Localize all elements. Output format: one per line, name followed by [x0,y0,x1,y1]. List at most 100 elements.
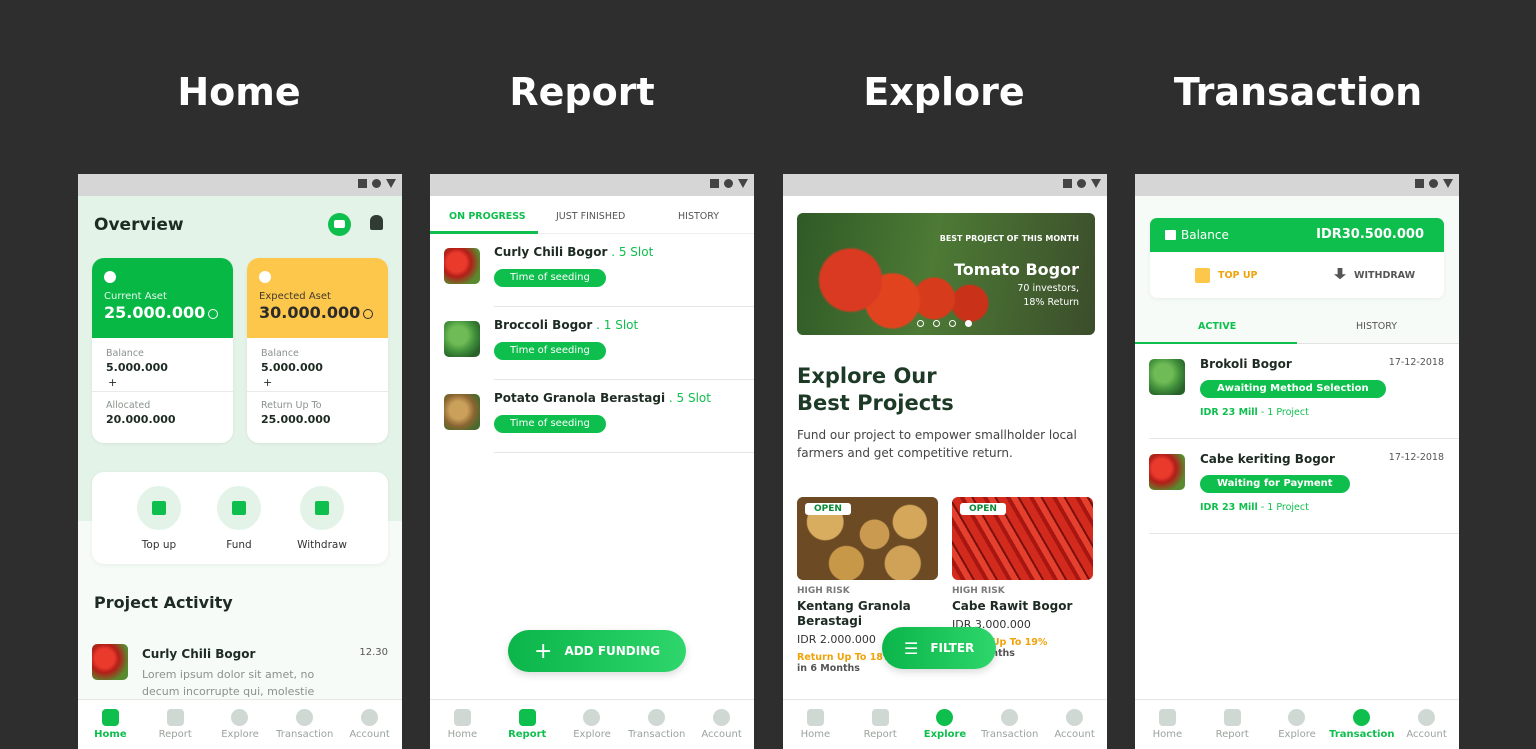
nav-account[interactable]: Account [1396,709,1458,740]
status-badge: Time of seeding [494,269,606,287]
carousel-dot[interactable] [965,320,972,327]
nav-label: Transaction [1329,729,1395,740]
info-icon[interactable] [208,308,219,319]
nav-label: Transaction [981,729,1039,740]
filter-button[interactable]: ☰ FILTER [882,627,997,669]
plus-sign: + [263,376,273,389]
return-value: 25.000.000 [261,413,331,426]
account-icon [1418,709,1436,726]
risk-label: HIGH RISK [952,586,1005,596]
square-icon [710,179,719,188]
account-icon [361,709,379,726]
expected-asset-value: 30.000.000 [259,303,361,322]
tab-history[interactable]: HISTORY [678,211,719,222]
item-slot: . 1 Slot [592,318,639,332]
nav-home[interactable]: Home [431,709,493,740]
item-title: Potato Granola Berastagi . 5 Slot [494,391,711,405]
nav-home[interactable]: Home [79,709,141,740]
nav-transaction[interactable]: Transaction [1329,709,1395,740]
add-funding-button[interactable]: + ADD FUNDING [508,630,687,672]
circle-icon [372,179,381,188]
nav-explore[interactable]: Explore [914,709,976,740]
square-icon [358,179,367,188]
item-name: Brokoli Bogor [1200,357,1292,371]
nav-explore[interactable]: Explore [561,709,623,740]
grid-icon [217,486,261,530]
info-icon[interactable] [363,308,374,319]
nav-transaction[interactable]: Transaction [979,709,1041,740]
status-bar [1135,174,1459,196]
nav-report[interactable]: Report [1201,709,1263,740]
bell-icon[interactable] [370,215,383,230]
item-date: 17-12-2018 [1388,452,1444,463]
allocated-value: 20.000.000 [106,413,176,426]
nav-label: Account [1054,729,1095,740]
action-label: Fund [226,539,252,551]
nav-account[interactable]: Account [1044,709,1106,740]
banner-return: 18% Return [1023,297,1079,308]
nav-explore[interactable]: Explore [209,709,271,740]
withdraw-button[interactable]: Withdraw [287,486,357,551]
report-tabs: ON PROGRESS JUST FINISHED HISTORY [430,196,754,234]
withdraw-button[interactable]: WITHDRAW [1334,268,1415,282]
action-label: Top up [141,539,177,551]
plus-sign: + [108,376,118,389]
tab-just-finished[interactable]: JUST FINISHED [556,211,625,222]
nav-transaction[interactable]: Transaction [274,709,336,740]
list-item[interactable]: Brokoli Bogor 17-12-2018 Awaiting Method… [1149,344,1459,439]
phone-transaction: Balance IDR30.500.000 TOP UP WITHDRAW AC… [1135,174,1459,749]
home-icon [1158,709,1176,726]
carousel-dot[interactable] [933,320,940,327]
chili-thumbnail [444,248,480,284]
sprout-icon [583,709,601,726]
nav-report[interactable]: Report [144,709,206,740]
screen-title-home: Home [177,70,301,114]
card-label: Current Aset [104,291,167,302]
tab-on-progress[interactable]: ON PROGRESS [449,211,526,222]
plus-icon [1195,268,1210,283]
balance-value: 5.000.000 [106,361,168,374]
bottom-nav: Home Report Explore Transaction Account [1135,699,1459,749]
nav-explore[interactable]: Explore [1266,709,1328,740]
nav-home[interactable]: Home [784,709,846,740]
activity-description: Lorem ipsum dolor sit amet, no decum inc… [142,668,315,698]
fund-button[interactable]: Fund [204,486,274,551]
exchange-icon [1353,709,1371,726]
chili-thumbnail [92,644,128,680]
download-icon [300,486,344,530]
banner-investors: 70 investors, [1017,283,1079,294]
activity-time: 12.30 [359,647,388,658]
withdraw-label: WITHDRAW [1354,269,1416,281]
nav-account[interactable]: Account [339,709,401,740]
list-item[interactable]: Curly Chili Bogor . 5 Slot Time of seedi… [444,234,754,307]
item-slot: . 5 Slot [607,245,654,259]
phone-explore: BEST PROJECT OF THIS MONTH Tomato Bogor … [783,174,1107,749]
list-item[interactable]: Broccoli Bogor . 1 Slot Time of seeding [444,307,754,380]
nav-report[interactable]: Report [496,709,558,740]
tab-history[interactable]: HISTORY [1356,321,1397,332]
top-up-button[interactable]: TOP UP [1195,268,1258,283]
top-up-button[interactable]: Top up [124,486,194,551]
expected-asset-card[interactable]: Expected Aset 30.000.000 Balance 5.000.0… [247,258,388,443]
divider [1149,533,1459,534]
nav-account[interactable]: Account [691,709,753,740]
chat-icon[interactable] [328,213,351,236]
balance-value: IDR30.500.000 [1316,227,1424,242]
featured-banner[interactable]: BEST PROJECT OF THIS MONTH Tomato Bogor … [797,213,1095,335]
nav-report[interactable]: Report [849,709,911,740]
product-name: Cabe Rawit Bogor [952,599,1073,613]
nav-label: Account [1406,729,1447,740]
current-asset-card[interactable]: Current Aset 25.000.000 Balance 5.000.00… [92,258,233,443]
carousel-dot[interactable] [917,320,924,327]
tab-active[interactable]: ACTIVE [1198,321,1236,332]
circle-icon [1077,179,1086,188]
nav-label: Report [508,729,547,740]
nav-home[interactable]: Home [1136,709,1198,740]
list-item[interactable]: Potato Granola Berastagi . 5 Slot Time o… [444,380,754,453]
nav-transaction[interactable]: Transaction [626,709,688,740]
nav-label: Explore [573,729,611,740]
list-item[interactable]: Cabe keriting Bogor 17-12-2018 Waiting f… [1149,439,1459,534]
carousel-dot[interactable] [949,320,956,327]
quick-actions: Top up Fund Withdraw [92,472,388,564]
status-badge: Time of seeding [494,415,606,433]
